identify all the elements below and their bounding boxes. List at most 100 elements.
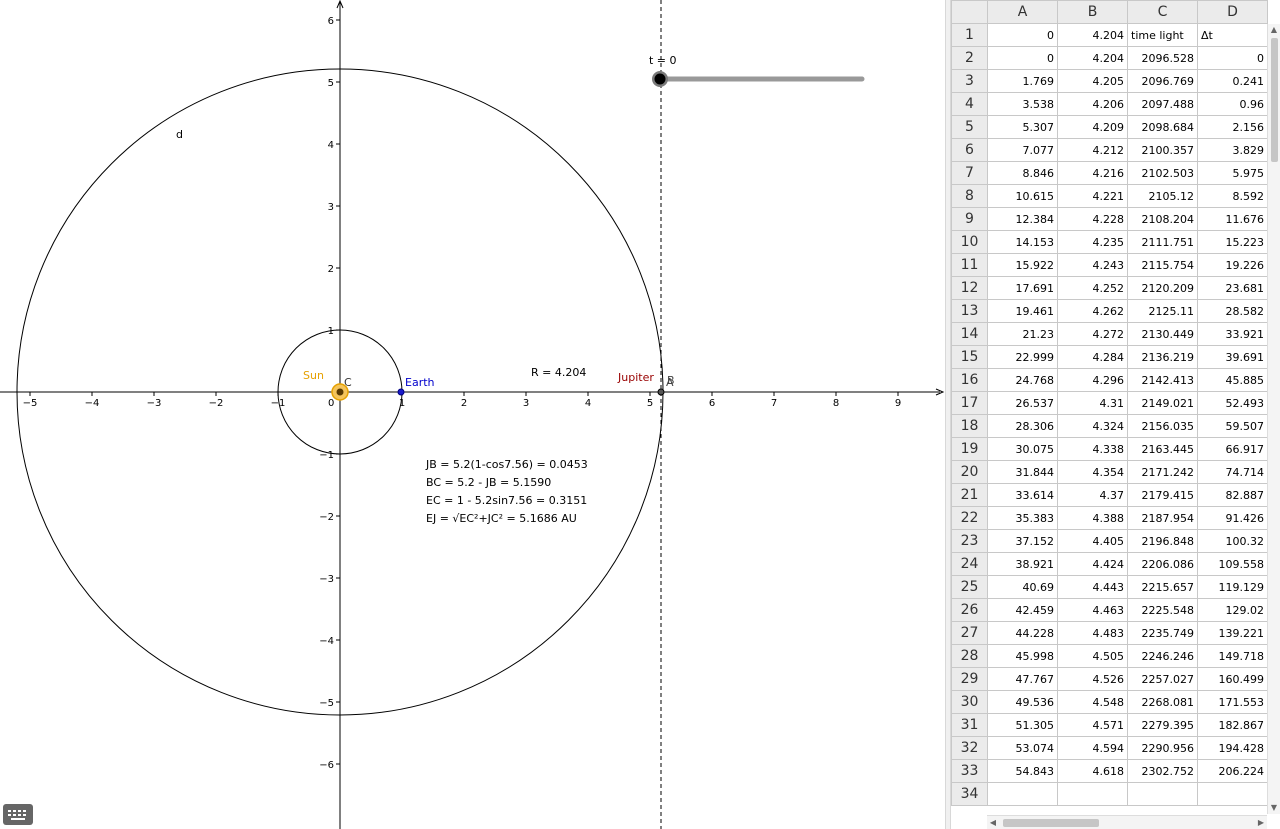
row-header[interactable]: 13	[951, 299, 988, 323]
row-header[interactable]: 25	[951, 575, 988, 599]
cell-a[interactable]: 54.843	[987, 759, 1058, 783]
cell-a[interactable]: 21.23	[987, 322, 1058, 346]
spreadsheet-table[interactable]: A B C D 1 0 4.204 time light Δt 2 0 4.204 2096.5…	[951, 0, 1268, 806]
cell-b[interactable]: 4.505	[1057, 644, 1128, 668]
cell-b[interactable]: 4.338	[1057, 437, 1128, 461]
cell-c[interactable]: 2136.219	[1127, 345, 1198, 369]
cell-b[interactable]: 4.209	[1057, 115, 1128, 139]
cell-a[interactable]: 22.999	[987, 345, 1058, 369]
cell-a[interactable]: 31.844	[987, 460, 1058, 484]
row-header[interactable]: 2	[951, 46, 988, 70]
cell-c[interactable]: 2206.086	[1127, 552, 1198, 576]
cell-d[interactable]: 3.829	[1197, 138, 1268, 162]
cell-b[interactable]: 4.526	[1057, 667, 1128, 691]
row-header[interactable]: 8	[951, 184, 988, 208]
cell-d[interactable]: 139.221	[1197, 621, 1268, 645]
row-header[interactable]: 31	[951, 713, 988, 737]
cell-b[interactable]: 4.594	[1057, 736, 1128, 760]
cell-c[interactable]: 2096.769	[1127, 69, 1198, 93]
row-header[interactable]: 15	[951, 345, 988, 369]
cell-d[interactable]: 28.582	[1197, 299, 1268, 323]
row-header[interactable]: 29	[951, 667, 988, 691]
cell-b[interactable]	[1057, 782, 1128, 806]
cell-b[interactable]: 4.483	[1057, 621, 1128, 645]
cell-a[interactable]: 14.153	[987, 230, 1058, 254]
row-header[interactable]: 6	[951, 138, 988, 162]
cell-c[interactable]: 2215.657	[1127, 575, 1198, 599]
cell-a[interactable]: 30.075	[987, 437, 1058, 461]
horizontal-scroll-thumb[interactable]	[1003, 819, 1099, 827]
row-header[interactable]: 34	[951, 782, 988, 806]
row-header[interactable]: 20	[951, 460, 988, 484]
cell-a[interactable]	[987, 782, 1058, 806]
earth-point[interactable]	[397, 388, 405, 396]
cell-c[interactable]: 2196.848	[1127, 529, 1198, 553]
cell-b[interactable]: 4.31	[1057, 391, 1128, 415]
cell-b[interactable]: 4.618	[1057, 759, 1128, 783]
cell-c[interactable]: 2130.449	[1127, 322, 1198, 346]
cell-a[interactable]: 35.383	[987, 506, 1058, 530]
row-header[interactable]: 19	[951, 437, 988, 461]
cell-c[interactable]: 2156.035	[1127, 414, 1198, 438]
cell-d[interactable]: 39.691	[1197, 345, 1268, 369]
vertical-scroll-thumb[interactable]	[1271, 38, 1278, 162]
cell-b[interactable]: 4.37	[1057, 483, 1128, 507]
cell-b[interactable]: 4.212	[1057, 138, 1128, 162]
cell-c[interactable]	[1127, 782, 1198, 806]
cell-b[interactable]: 4.296	[1057, 368, 1128, 392]
row-header[interactable]: 18	[951, 414, 988, 438]
cell-d[interactable]: 15.223	[1197, 230, 1268, 254]
cell-d[interactable]: 129.02	[1197, 598, 1268, 622]
column-header[interactable]: C	[1127, 0, 1198, 24]
vertical-scrollbar[interactable]: ▲ ▼	[1267, 24, 1280, 814]
cell-c[interactable]: 2235.749	[1127, 621, 1198, 645]
cell-d[interactable]: 11.676	[1197, 207, 1268, 231]
cell-c[interactable]: 2100.357	[1127, 138, 1198, 162]
cell-c[interactable]: 2246.246	[1127, 644, 1198, 668]
cell-d[interactable]: 52.493	[1197, 391, 1268, 415]
cell-c[interactable]: 2171.242	[1127, 460, 1198, 484]
cell-c[interactable]: 2142.413	[1127, 368, 1198, 392]
row-header[interactable]: 22	[951, 506, 988, 530]
cell-d[interactable]: 0.241	[1197, 69, 1268, 93]
cell-c[interactable]: 2108.204	[1127, 207, 1198, 231]
cell-b[interactable]: 4.424	[1057, 552, 1128, 576]
sun-point[interactable]	[336, 388, 344, 396]
cell-a[interactable]: 12.384	[987, 207, 1058, 231]
cell-b[interactable]: 4.235	[1057, 230, 1128, 254]
cell-a[interactable]: 53.074	[987, 736, 1058, 760]
cell-c[interactable]: 2097.488	[1127, 92, 1198, 116]
cell-b[interactable]: 4.204	[1057, 23, 1128, 47]
scroll-down-icon[interactable]: ▼	[1268, 802, 1280, 814]
graphics-view[interactable]: −5 −4 −3 −2 −1 0 1 2 3 4 5 6 7 8 9 6 5 4 3 2 1 −1 −2 −3 −4 −5 −6 …	[0, 0, 945, 829]
row-header[interactable]: 5	[951, 115, 988, 139]
row-header[interactable]: 4	[951, 92, 988, 116]
cell-b[interactable]: 4.216	[1057, 161, 1128, 185]
cell-c[interactable]: 2125.11	[1127, 299, 1198, 323]
cell-c[interactable]: 2098.684	[1127, 115, 1198, 139]
cell-c[interactable]: 2302.752	[1127, 759, 1198, 783]
cell-b[interactable]: 4.388	[1057, 506, 1128, 530]
cell-b[interactable]: 4.205	[1057, 69, 1128, 93]
cell-a[interactable]: 5.307	[987, 115, 1058, 139]
cell-b[interactable]: 4.262	[1057, 299, 1128, 323]
row-header[interactable]: 16	[951, 368, 988, 392]
row-header[interactable]: 12	[951, 276, 988, 300]
row-header[interactable]: 28	[951, 644, 988, 668]
cell-c[interactable]: 2115.754	[1127, 253, 1198, 277]
spreadsheet-view[interactable]: A B C D 1 0 4.204 time light Δt 2 0 4.204 2096.5…	[951, 0, 1280, 829]
cell-c[interactable]: 2163.445	[1127, 437, 1198, 461]
cell-b[interactable]: 4.221	[1057, 184, 1128, 208]
cell-c[interactable]: time light	[1127, 23, 1198, 47]
cell-b[interactable]: 4.443	[1057, 575, 1128, 599]
row-header[interactable]: 26	[951, 598, 988, 622]
cell-d[interactable]	[1197, 782, 1268, 806]
cell-a[interactable]: 26.537	[987, 391, 1058, 415]
cell-d[interactable]: 100.32	[1197, 529, 1268, 553]
row-header[interactable]: 33	[951, 759, 988, 783]
cell-a[interactable]: 0	[987, 46, 1058, 70]
cell-b[interactable]: 4.324	[1057, 414, 1128, 438]
corner-cell[interactable]	[951, 0, 988, 24]
cell-a[interactable]: 40.69	[987, 575, 1058, 599]
row-header[interactable]: 9	[951, 207, 988, 231]
